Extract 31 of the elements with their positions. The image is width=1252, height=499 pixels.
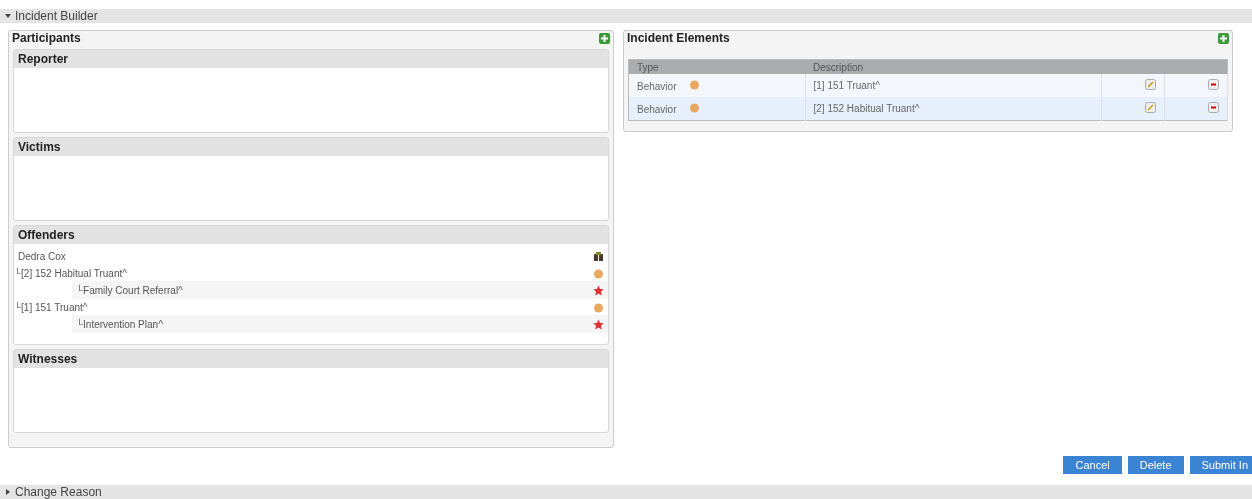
section-header[interactable]: Change Reason xyxy=(0,484,1252,499)
remove-icon[interactable] xyxy=(1208,102,1219,114)
star-icon xyxy=(593,318,604,330)
binoculars-icon xyxy=(593,250,604,262)
panel-title: Participants xyxy=(12,31,81,46)
action-button[interactable]: Submit In xyxy=(1189,456,1252,475)
section-title: Reporter xyxy=(14,50,608,69)
column-header: Type xyxy=(628,59,805,75)
remove-icon[interactable] xyxy=(1208,79,1219,91)
table-cell: Behavior xyxy=(637,81,677,93)
caret-icon[interactable] xyxy=(5,13,11,20)
tree-item[interactable]: Dedra Cox xyxy=(18,250,66,262)
panel-title: Incident Elements xyxy=(627,31,730,46)
section-title: Witnesses xyxy=(14,350,608,369)
section-title: Victims xyxy=(14,138,608,157)
add-icon[interactable] xyxy=(599,32,610,44)
action-button[interactable]: Cancel xyxy=(1063,456,1122,475)
tree-item[interactable]: └Family Court Referral^ xyxy=(76,284,183,296)
table-cell: [1] 151 Truant^ xyxy=(813,80,880,92)
action-button[interactable]: Delete xyxy=(1127,456,1184,475)
table-cell: Behavior xyxy=(637,104,677,116)
tree-item[interactable]: └Intervention Plan^ xyxy=(76,318,163,330)
star-icon xyxy=(593,284,604,296)
section-header[interactable]: Incident Builder xyxy=(0,9,1252,24)
section-title: Offenders xyxy=(14,226,608,245)
table-cell: [2] 152 Habitual Truant^ xyxy=(813,103,920,115)
caret-icon[interactable] xyxy=(5,488,11,495)
tree-item[interactable]: └[2] 152 Habitual Truant^ xyxy=(14,267,127,279)
add-icon[interactable] xyxy=(1218,32,1229,44)
column-header: Description xyxy=(805,59,1101,75)
tree-item[interactable]: └[1] 151 Truant^ xyxy=(14,301,88,313)
